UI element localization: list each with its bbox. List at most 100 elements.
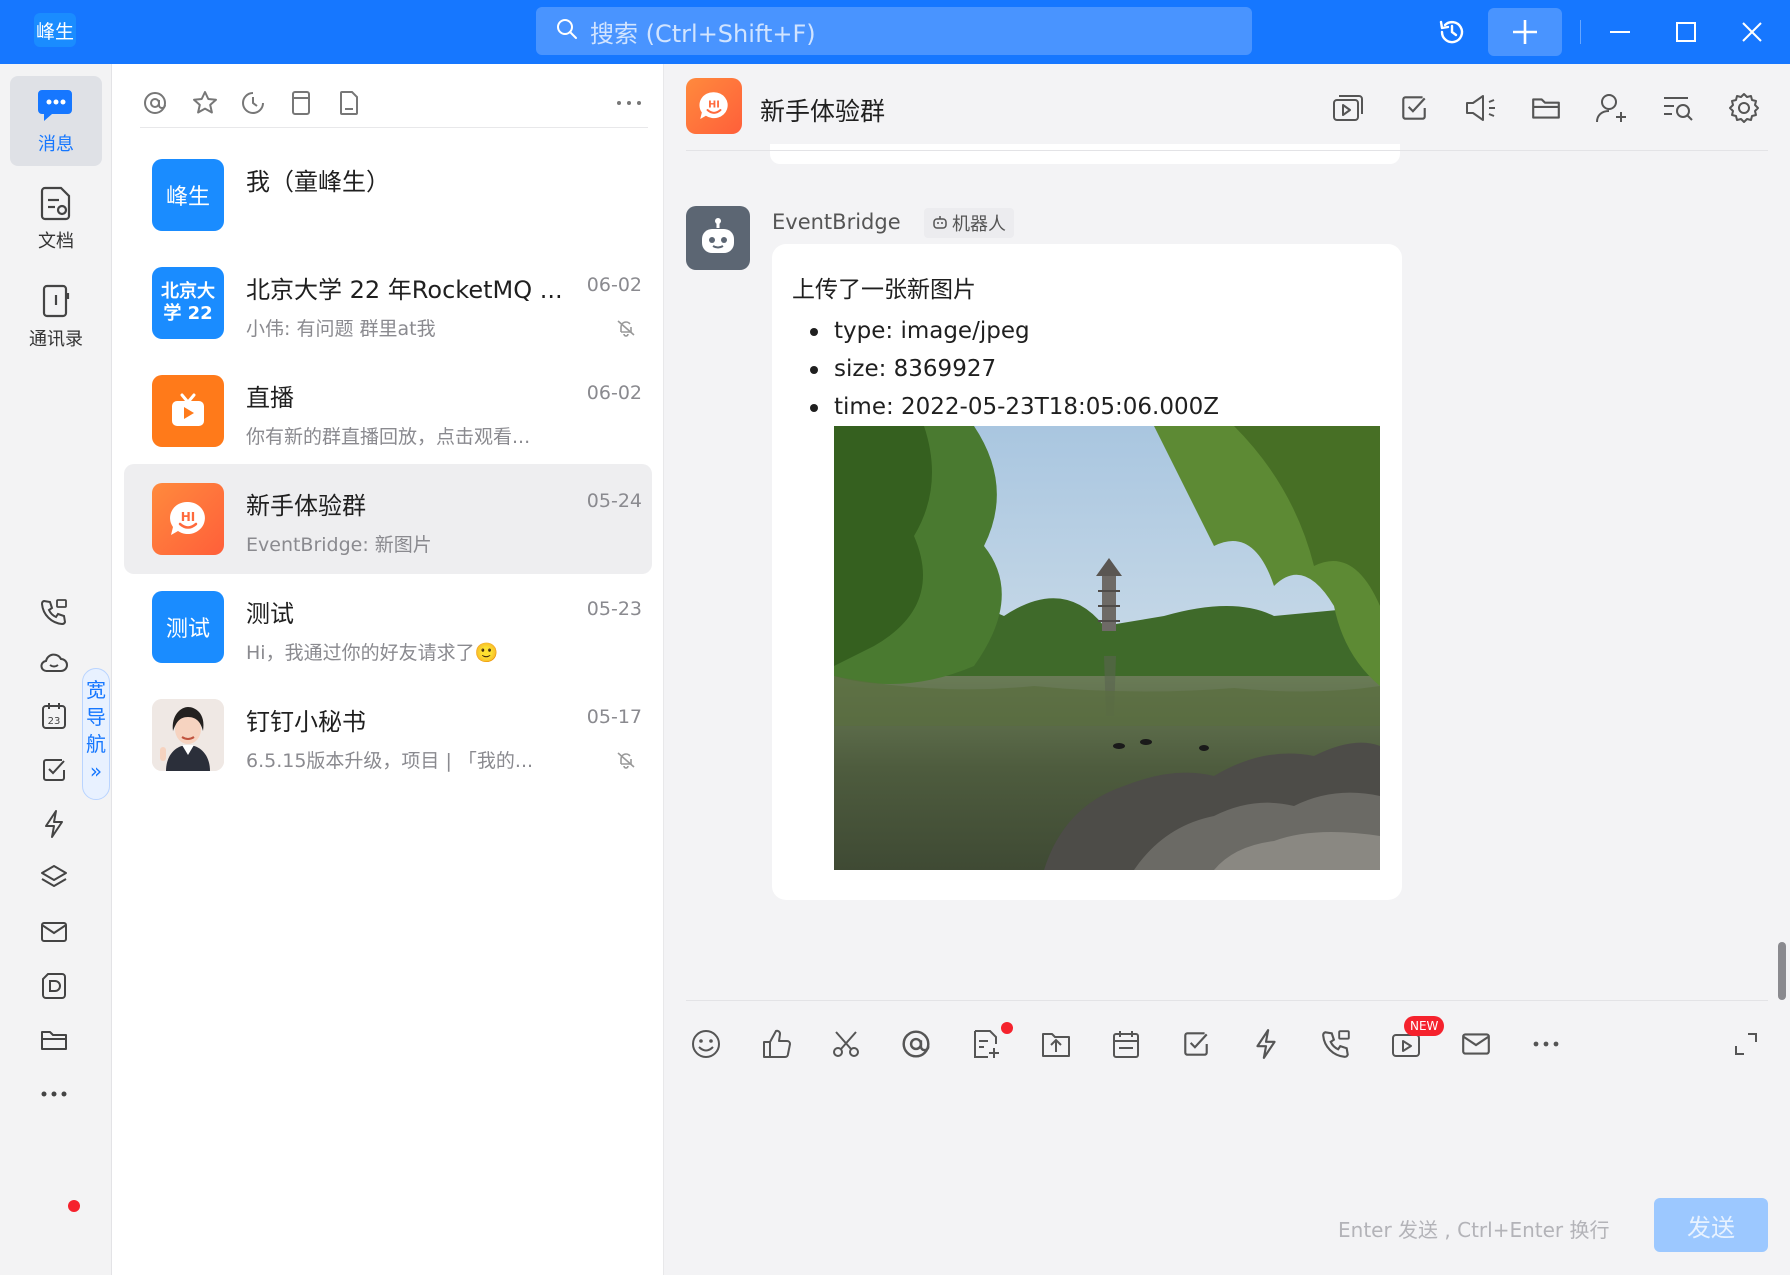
todo-button[interactable]	[1176, 1024, 1216, 1064]
nav-item-messages[interactable]: 消息	[10, 76, 102, 166]
screenshot-button[interactable]	[826, 1024, 866, 1064]
nav-phone[interactable]	[36, 594, 72, 630]
search-placeholder: 搜索 (Ctrl+Shift+F)	[590, 19, 816, 48]
more-tools-button[interactable]	[1526, 1024, 1566, 1064]
nav-item-contacts[interactable]: 通讯录	[10, 272, 102, 362]
conversation-filter-bar	[140, 78, 648, 128]
conversation-item[interactable]: 测试 测试 Hi，我通过你的好友请求了🙂 05-23	[124, 572, 652, 682]
group-todo-button[interactable]	[1394, 88, 1434, 128]
filter-starred[interactable]	[190, 88, 220, 118]
new-badge: NEW	[1404, 1016, 1445, 1036]
conversation-avatar: 测试	[152, 591, 224, 663]
add-member-button[interactable]	[1592, 88, 1632, 128]
schedule-button[interactable]	[1106, 1024, 1146, 1064]
nav-docs-d[interactable]	[36, 968, 72, 1004]
conversation-item[interactable]: 直播 你有新的群直播回放，点击观看... 06-02	[124, 356, 652, 466]
conversation-item[interactable]: 北京大学 22 北京大学 22 年RocketMQ ... 小伟: 有问题 群里…	[124, 248, 652, 358]
conversation-item-active[interactable]: HI 新手体验群 EventBridge: 新图片 05-24	[124, 464, 652, 574]
upload-file-button[interactable]	[1036, 1024, 1076, 1064]
workbench-icon	[41, 865, 67, 887]
new-doc-button[interactable]	[966, 1024, 1006, 1064]
search-messages-button[interactable]	[1658, 88, 1698, 128]
conversation-item[interactable]: 钉钉小秘书 6.5.15版本升级，项目 | 「我的... 05-17	[124, 680, 652, 790]
nav-folder[interactable]	[36, 1022, 72, 1058]
conversation-item[interactable]: 峰生 我（童峰生）	[124, 140, 652, 250]
nav-cloud[interactable]	[36, 644, 72, 680]
announcement-button[interactable]	[1460, 88, 1500, 128]
emoji-button[interactable]	[686, 1024, 726, 1064]
close-button[interactable]	[1732, 8, 1772, 56]
conversation-list: 峰生 我（童峰生） 北京大学 22 北京大学 22 年RocketMQ ... …	[112, 64, 664, 1275]
minimize-button[interactable]	[1600, 8, 1640, 56]
phone-icon	[1322, 1030, 1350, 1058]
message-list-item: size: 8369927	[808, 350, 1382, 388]
nav-workbench[interactable]	[36, 860, 72, 896]
robot-icon	[702, 218, 734, 253]
conversation-name: 直播	[246, 384, 294, 412]
message-headline: 上传了一张新图片	[792, 277, 976, 303]
maximize-button[interactable]	[1666, 8, 1706, 56]
group-files-button[interactable]	[1526, 88, 1566, 128]
filter-more-button[interactable]	[614, 88, 644, 118]
ding-button[interactable]	[1246, 1024, 1286, 1064]
robot-small-icon	[933, 216, 947, 229]
message-bubble[interactable]: 上传了一张新图片 type: image/jpeg size: 8369927 …	[772, 244, 1402, 900]
group-settings-button[interactable]	[1724, 88, 1764, 128]
conversation-name: 测试	[246, 600, 294, 628]
add-button[interactable]	[1488, 8, 1562, 56]
expand-input-button[interactable]	[1726, 1024, 1766, 1064]
mute-icon	[616, 750, 636, 774]
conversation-date: 06-02	[586, 274, 642, 296]
docs-d-icon	[42, 973, 66, 999]
user-avatar[interactable]: 峰生	[34, 13, 76, 47]
like-button[interactable]	[756, 1024, 796, 1064]
robot-badge-label: 机器人	[952, 214, 1006, 235]
conversation-avatar	[152, 699, 224, 771]
file-icon	[340, 91, 358, 115]
filter-mentions[interactable]	[140, 88, 170, 118]
call-button[interactable]	[1316, 1024, 1356, 1064]
conversation-name: 我（童峰生）	[246, 168, 390, 196]
title-bar: 峰生 搜索 (Ctrl+Shift+F)	[0, 0, 1790, 64]
todo-icon	[1402, 96, 1426, 120]
nav-item-label: 消息	[38, 134, 74, 155]
scissors-icon	[833, 1031, 859, 1057]
message-image[interactable]	[834, 426, 1380, 870]
conversation-date: 05-17	[586, 706, 642, 728]
at-icon	[144, 92, 166, 114]
gear-icon	[1729, 93, 1759, 123]
nav-item-docs[interactable]: 文档	[10, 174, 102, 264]
mention-button[interactable]	[896, 1024, 936, 1064]
bot-avatar[interactable]	[686, 206, 750, 270]
nav-todo[interactable]	[36, 752, 72, 788]
conversation-avatar: HI	[152, 483, 224, 555]
robot-badge: 机器人	[924, 208, 1014, 238]
group-avatar[interactable]: HI	[686, 78, 742, 134]
send-button[interactable]: 发送	[1654, 1198, 1768, 1252]
wide-nav-toggle[interactable]: 宽导航 »	[82, 668, 110, 800]
scrollbar[interactable]	[1778, 942, 1786, 1000]
nav-lightning[interactable]	[36, 806, 72, 842]
star-icon	[193, 91, 217, 114]
filter-files[interactable]	[334, 88, 364, 118]
todo-icon	[1184, 1032, 1208, 1056]
lightning-icon	[45, 810, 63, 838]
group-live-button[interactable]	[1328, 88, 1368, 128]
chat-pane: HI 新手体验群 EventBridge 机器人 上传了一张新图片 type: …	[664, 64, 1790, 1275]
search-input[interactable]: 搜索 (Ctrl+Shift+F)	[536, 7, 1252, 55]
secretary-avatar-icon	[152, 699, 224, 771]
filter-recent[interactable]	[238, 88, 268, 118]
nav-mail[interactable]	[36, 914, 72, 950]
nav-more[interactable]	[36, 1076, 72, 1112]
hi-text: HI	[181, 510, 196, 524]
nav-calendar[interactable]: 23	[36, 698, 72, 734]
sender-name[interactable]: EventBridge	[772, 210, 901, 234]
clock-icon	[242, 92, 264, 114]
filter-bookmark[interactable]	[286, 88, 316, 118]
folder-upload-icon	[1042, 1033, 1070, 1057]
at-icon	[902, 1030, 930, 1058]
nav-item-label: 通讯录	[29, 329, 83, 350]
mail-button[interactable]	[1456, 1024, 1496, 1064]
conversation-avatar: 北京大学 22	[152, 267, 224, 339]
history-button[interactable]	[1430, 8, 1474, 56]
